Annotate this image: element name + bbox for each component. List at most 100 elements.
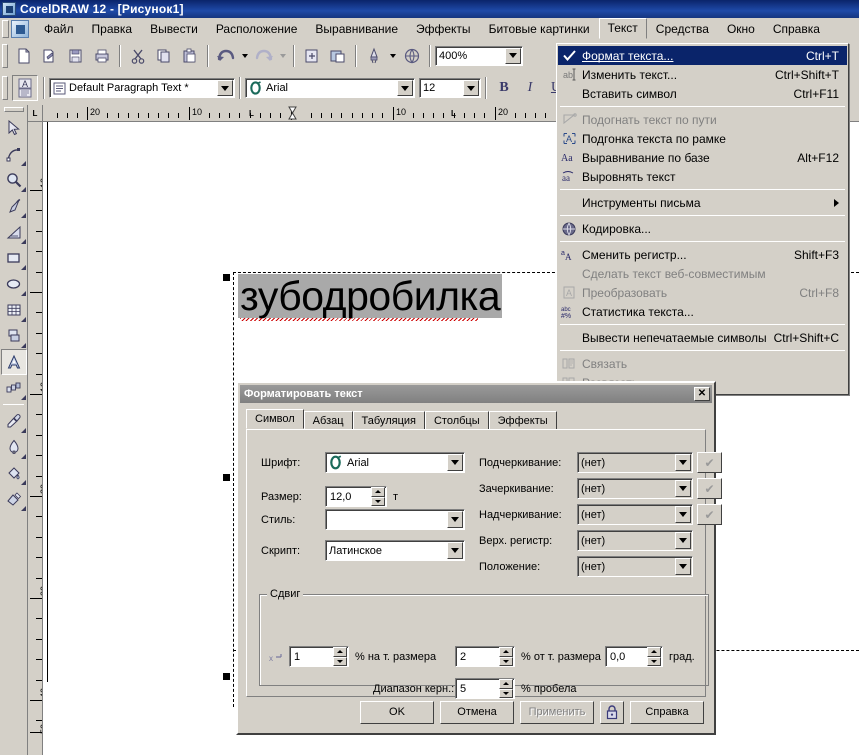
strikethrough-select[interactable]: (нет) <box>577 478 693 499</box>
menu-text[interactable]: Текст <box>598 18 647 39</box>
selection-handle[interactable] <box>223 274 230 281</box>
zoom-dropdown-arrow-icon[interactable] <box>505 47 521 64</box>
graph-paper-tool-flyout-arrow-icon[interactable] <box>20 317 26 322</box>
overline-dropdown-arrow-icon[interactable] <box>675 506 691 523</box>
menu-effects[interactable]: Эффекты <box>407 19 480 39</box>
menu-item-format-text[interactable]: Формат текста... Ctrl+T <box>558 46 847 65</box>
cancel-button[interactable]: Отмена <box>440 700 514 724</box>
fill-tool[interactable] <box>1 460 27 486</box>
menu-item-align-to-baseline[interactable]: Aa Выравнивание по базе Alt+F12 <box>558 148 847 167</box>
corel-online-icon[interactable] <box>400 44 424 68</box>
ruler-origin-marker[interactable] <box>288 106 297 121</box>
rectangle-tool[interactable] <box>1 245 27 271</box>
interactive-blend-tool[interactable] <box>1 375 27 401</box>
redo-dropdown-arrow-icon[interactable] <box>277 44 289 68</box>
strikethrough-settings-button[interactable]: ✔ <box>697 478 722 499</box>
canvas-text-object[interactable]: зубодробилка <box>238 274 503 318</box>
horizontal-shift-spinner-buttons[interactable] <box>333 647 347 666</box>
import-icon[interactable] <box>300 44 324 68</box>
application-icon[interactable] <box>11 19 29 38</box>
tab-paragraph[interactable]: Абзац <box>303 411 353 429</box>
rotation-angle-spinner-buttons[interactable] <box>647 647 661 666</box>
strikethrough-dropdown-arrow-icon[interactable] <box>675 480 691 497</box>
application-launcher-icon[interactable] <box>362 44 386 68</box>
tab-character[interactable]: Символ <box>246 409 304 429</box>
eyedropper-tool[interactable] <box>1 408 27 434</box>
polygon-tool-flyout-arrow-icon[interactable] <box>20 343 26 348</box>
spinner-down-arrow-icon[interactable] <box>371 496 385 506</box>
position-select[interactable]: (нет) <box>577 556 693 577</box>
graph-paper-tool[interactable] <box>1 297 27 323</box>
spinner-down-arrow-icon[interactable] <box>333 656 347 666</box>
spinner-down-arrow-icon[interactable] <box>499 656 513 666</box>
menu-item-insert-symbol[interactable]: Вставить символ Ctrl+F11 <box>558 84 847 103</box>
menu-layout[interactable]: Расположение <box>207 19 307 39</box>
export-icon[interactable] <box>326 44 350 68</box>
freehand-tool-flyout-arrow-icon[interactable] <box>20 213 26 218</box>
tab-effects[interactable]: Эффекты <box>488 411 557 429</box>
script-select[interactable]: Латинское <box>325 540 465 561</box>
toolbox-gripper[interactable] <box>3 107 24 112</box>
selection-handle[interactable] <box>223 474 230 481</box>
pick-tool[interactable] <box>1 115 27 141</box>
text-properties-icon[interactable]: A <box>12 75 38 101</box>
menu-item-writing-tools[interactable]: Инструменты письма <box>558 193 847 212</box>
eyedropper-tool-flyout-arrow-icon[interactable] <box>20 428 26 433</box>
cut-icon[interactable] <box>126 44 150 68</box>
menu-item-fit-text-to-frame[interactable]: A Подгонка текста по рамке <box>558 129 847 148</box>
underline-select[interactable]: (нет) <box>577 452 693 473</box>
menu-edit[interactable]: Правка <box>83 19 142 39</box>
menubar-gripper[interactable] <box>2 19 9 38</box>
redo-icon[interactable] <box>252 44 276 68</box>
font-size-spinner[interactable]: 12,0 <box>325 486 387 507</box>
underline-settings-button[interactable]: ✔ <box>697 452 722 473</box>
underline-dropdown-arrow-icon[interactable] <box>675 454 691 471</box>
font-size-dropdown-arrow-icon[interactable] <box>463 80 479 96</box>
menu-item-change-case[interactable]: aA Сменить регистр... Shift+F3 <box>558 245 847 264</box>
freehand-tool[interactable] <box>1 193 27 219</box>
new-document-icon[interactable] <box>12 44 36 68</box>
interactive-fill-tool[interactable] <box>1 486 27 512</box>
polygon-tool[interactable] <box>1 323 27 349</box>
menu-item-show-nonprinting-characters[interactable]: Вывести непечатаемые символы Ctrl+Shift+… <box>558 328 847 347</box>
menu-window[interactable]: Окно <box>718 19 764 39</box>
zoom-level-combo[interactable]: 400% <box>435 45 523 66</box>
ruler-origin-corner[interactable]: L <box>28 105 43 122</box>
spinner-up-arrow-icon[interactable] <box>371 487 385 497</box>
help-button[interactable]: Справка <box>630 700 704 724</box>
rectangle-tool-flyout-arrow-icon[interactable] <box>20 265 26 270</box>
launcher-dropdown-arrow-icon[interactable] <box>387 44 399 68</box>
save-document-icon[interactable] <box>64 44 88 68</box>
overline-select[interactable]: (нет) <box>577 504 693 525</box>
outline-tool[interactable] <box>1 434 27 460</box>
menu-bitmaps[interactable]: Битовые картинки <box>480 19 599 39</box>
zoom-tool[interactable] <box>1 167 27 193</box>
menu-help[interactable]: Справка <box>764 19 829 39</box>
selection-handle[interactable] <box>223 673 230 680</box>
interactive-fill-tool-flyout-arrow-icon[interactable] <box>20 506 26 511</box>
dimension-tool-flyout-arrow-icon[interactable] <box>20 239 26 244</box>
font-family-combo[interactable]: Arial <box>245 78 415 98</box>
menu-item-straighten-text[interactable]: аa Выровнять текст <box>558 167 847 186</box>
spinner-up-arrow-icon[interactable] <box>499 647 513 657</box>
outline-tool-flyout-arrow-icon[interactable] <box>20 454 26 459</box>
vertical-shift-spinner[interactable]: 2 <box>455 646 515 667</box>
rotation-angle-spinner[interactable]: 0,0 <box>605 646 663 667</box>
ellipse-tool-flyout-arrow-icon[interactable] <box>20 291 26 296</box>
bold-button[interactable]: B <box>492 76 516 100</box>
menu-item-edit-text[interactable]: ab Изменить текст... Ctrl+Shift+T <box>558 65 847 84</box>
menu-tools[interactable]: Средства <box>647 19 718 39</box>
copy-icon[interactable] <box>152 44 176 68</box>
vertical-ruler[interactable]: 10 10 20 30 40 50 <box>28 122 43 755</box>
tab-columns[interactable]: Столбцы <box>424 411 489 429</box>
paragraph-style-combo[interactable]: Default Paragraph Text * <box>49 78 235 98</box>
spinner-up-arrow-icon[interactable] <box>499 679 513 689</box>
fill-tool-flyout-arrow-icon[interactable] <box>20 480 26 485</box>
uppercase-dropdown-arrow-icon[interactable] <box>675 532 691 549</box>
paragraph-style-dropdown-arrow-icon[interactable] <box>217 80 233 96</box>
menu-item-encoding[interactable]: Кодировка... <box>558 219 847 238</box>
font-style-dropdown-arrow-icon[interactable] <box>447 511 463 528</box>
font-size-combo[interactable]: 12 <box>419 78 481 98</box>
shape-tool[interactable] <box>1 141 27 167</box>
menu-arrange[interactable]: Выравнивание <box>306 19 407 39</box>
